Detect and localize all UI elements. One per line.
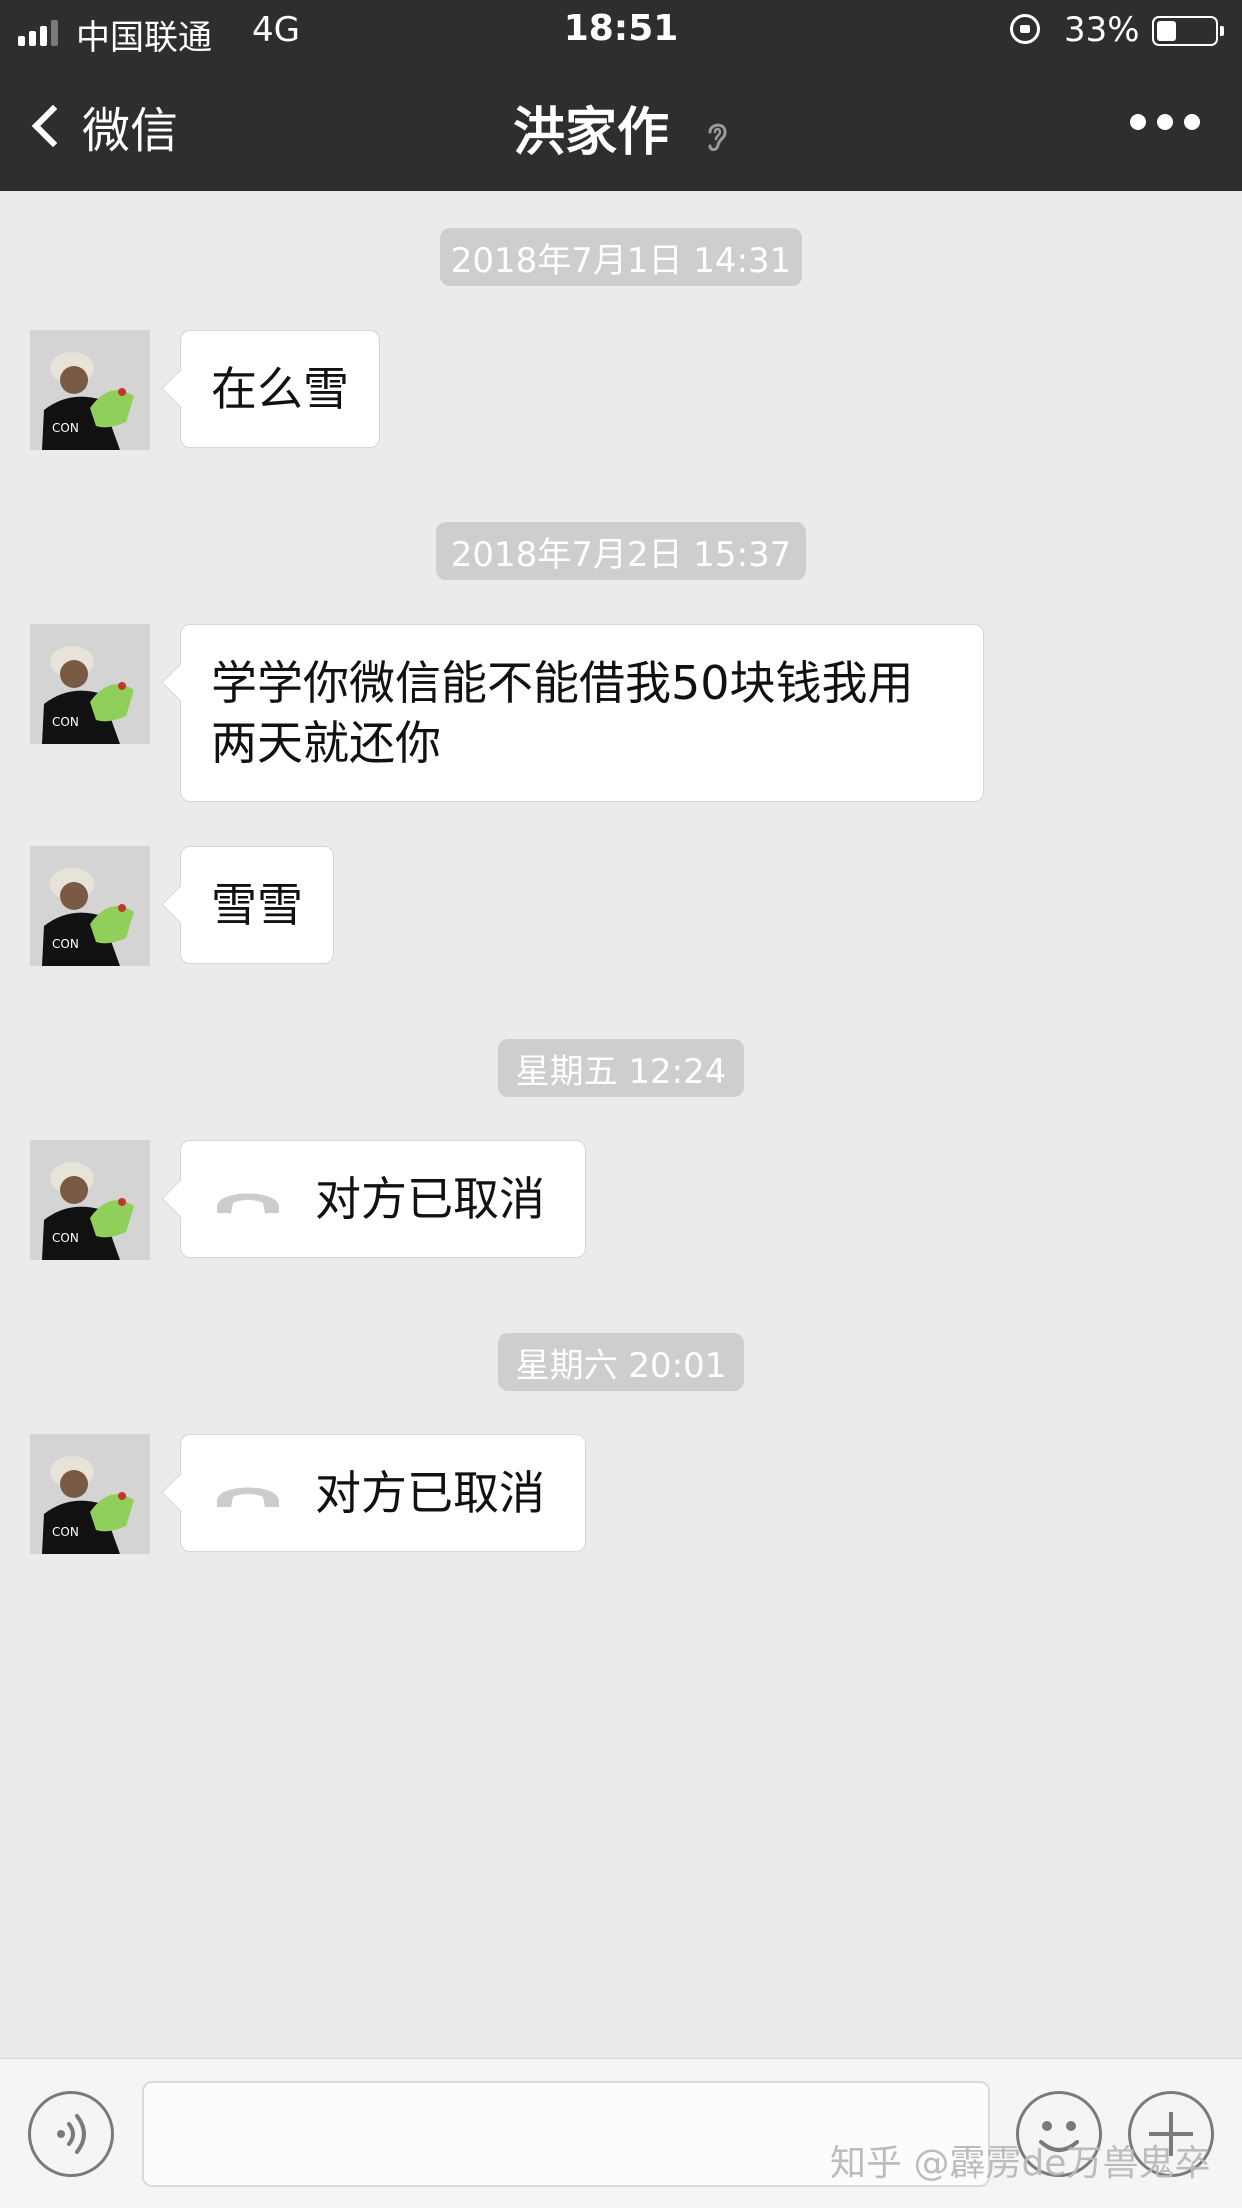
svg-text:CON: CON [52,937,79,951]
timestamp-badge: 2018年7月1日 14:31 [440,228,802,286]
battery-icon [1152,16,1224,46]
voice-icon [57,2114,86,2154]
voice-button[interactable] [28,2091,114,2177]
phone-hangup-icon [217,1193,279,1213]
phone-hangup-icon [217,1487,279,1507]
avatar[interactable]: CON [30,1434,150,1554]
ellipsis-icon [1130,114,1146,130]
more-button[interactable] [1130,114,1200,130]
call-status-text: 对方已取消 [315,1172,545,1226]
message-text-line: 两天就还你 [211,716,441,770]
message-bubble[interactable]: 在么雪 [180,330,380,448]
battery-percent: 33% [1064,10,1140,50]
avatar[interactable]: CON [30,330,150,450]
call-status-text: 对方已取消 [315,1466,545,1520]
svg-text:CON: CON [52,1525,79,1539]
message-bubble[interactable]: 雪雪 [180,846,334,964]
timestamp-badge: 星期五 12:24 [498,1039,744,1097]
timestamp-badge: 2018年7月2日 15:37 [436,522,806,580]
status-time: 18:51 [563,8,679,49]
message-text-line: 学学你微信能不能借我50块钱我用 [211,656,914,710]
nav-bar: 微信 洪家作 [0,62,1242,191]
timestamp-badge: 星期六 20:01 [498,1333,744,1391]
avatar[interactable]: CON [30,624,150,744]
svg-text:CON: CON [52,715,79,729]
call-record-bubble[interactable]: 对方已取消 [180,1140,586,1258]
avatar[interactable]: CON [30,1140,150,1260]
rotation-lock-icon [1010,14,1040,44]
svg-text:CON: CON [52,421,79,435]
chat-area[interactable]: 2018年7月1日 14:31 CON 在么雪 2018年7月2日 15:37 … [0,191,1242,2058]
status-bar: 中国联通 4G 18:51 33% [0,0,1242,62]
svg-text:CON: CON [52,1231,79,1245]
message-text: 雪雪 [211,878,303,932]
message-text: 在么雪 [211,362,349,416]
message-bubble[interactable]: 学学你微信能不能借我50块钱我用 两天就还你 [180,624,984,802]
chat-title: 洪家作 [0,90,1242,165]
contact-name: 洪家作 [512,103,669,163]
top-bar: 中国联通 4G 18:51 33% 微信 洪家作 [0,0,1242,191]
watermark: 知乎 @霹雳de万兽鬼卒 [830,2143,1211,2184]
ear-icon [708,123,727,152]
call-record-bubble[interactable]: 对方已取消 [180,1434,586,1552]
avatar[interactable]: CON [30,846,150,966]
